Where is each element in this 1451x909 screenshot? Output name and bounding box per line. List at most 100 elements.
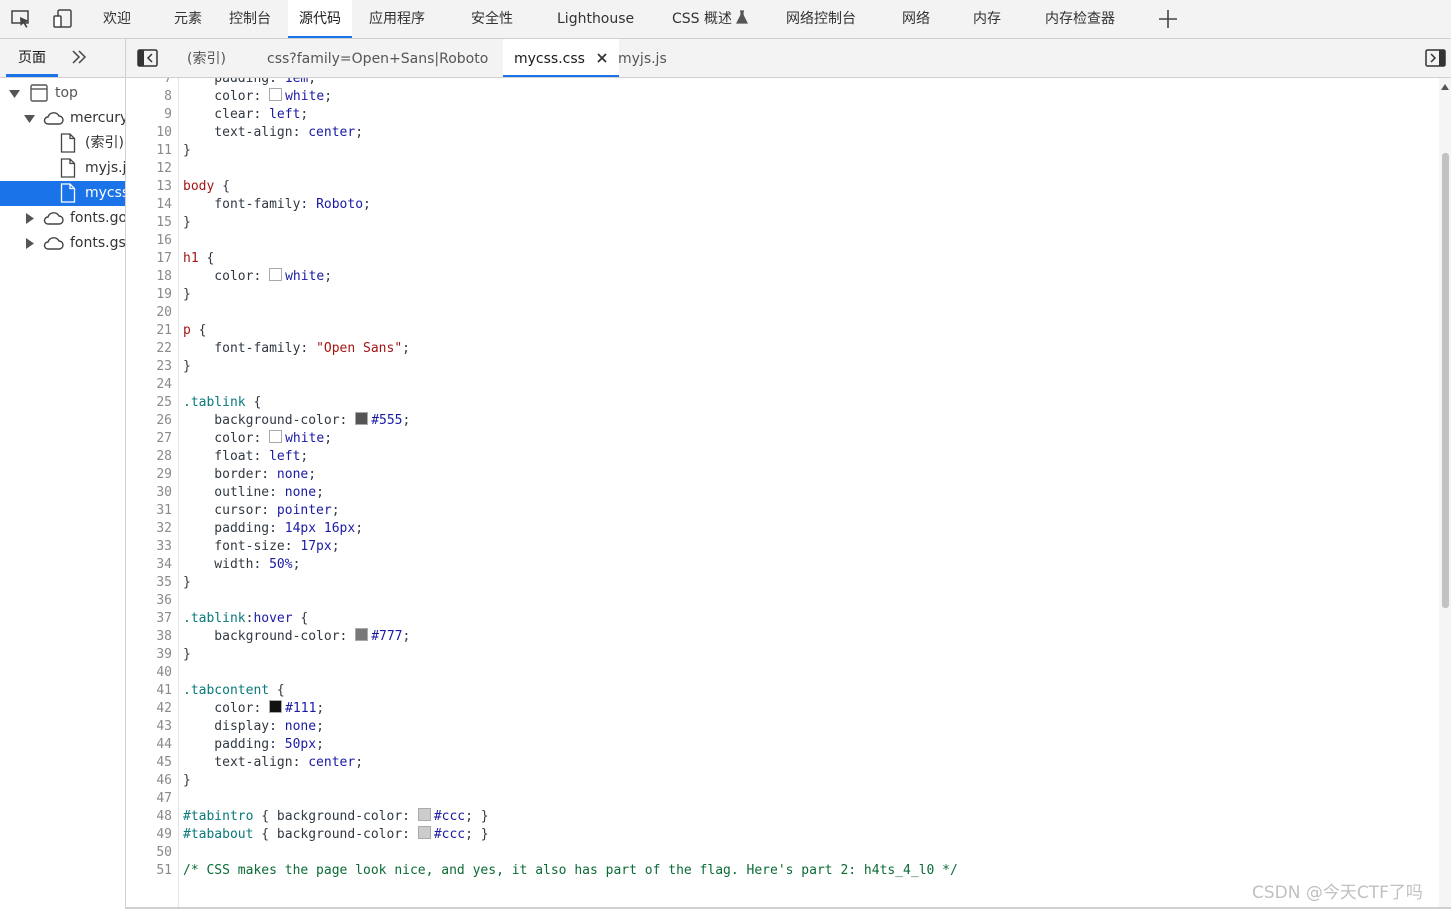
- line-number[interactable]: 8: [126, 88, 172, 106]
- more-tabs-icon[interactable]: [70, 48, 88, 66]
- tab-memory[interactable]: 内存: [973, 0, 1001, 38]
- code-line[interactable]: color: white;: [183, 430, 332, 448]
- line-number[interactable]: 7: [126, 78, 172, 88]
- code-line[interactable]: color: #111;: [183, 700, 324, 718]
- line-number[interactable]: 22: [126, 340, 172, 358]
- toggle-debugger-icon[interactable]: [1425, 49, 1446, 71]
- tab-sources[interactable]: 源代码: [288, 0, 352, 38]
- line-number[interactable]: 17: [126, 250, 172, 268]
- line-number[interactable]: 45: [126, 754, 172, 772]
- line-number[interactable]: 40: [126, 664, 172, 682]
- line-number[interactable]: 27: [126, 430, 172, 448]
- line-number[interactable]: 15: [126, 214, 172, 232]
- code-line[interactable]: #tababout { background-color: #ccc; }: [183, 826, 489, 844]
- tab-elements[interactable]: 元素: [174, 0, 202, 38]
- scrollbar-thumb[interactable]: [1442, 153, 1449, 608]
- tab-network[interactable]: 网络: [902, 0, 930, 38]
- code-line[interactable]: }: [183, 142, 191, 160]
- line-number[interactable]: 24: [126, 376, 172, 394]
- code-line[interactable]: clear: left;: [183, 106, 308, 124]
- code-line[interactable]: body {: [183, 178, 230, 196]
- tab-console[interactable]: 控制台: [229, 0, 271, 38]
- tab-welcome[interactable]: 欢迎: [103, 0, 131, 38]
- line-number[interactable]: 46: [126, 772, 172, 790]
- tree-item-myjs[interactable]: myjs.js: [0, 156, 125, 181]
- line-number[interactable]: 11: [126, 142, 172, 160]
- tree-item-fonts-googleapis[interactable]: fonts.googleapis.com: [0, 206, 125, 231]
- close-tab-icon[interactable]: [597, 53, 608, 63]
- tab-application[interactable]: 应用程序: [369, 0, 425, 38]
- line-number[interactable]: 13: [126, 178, 172, 196]
- line-number[interactable]: 20: [126, 304, 172, 322]
- scroll-up-arrow-icon[interactable]: [1441, 84, 1449, 90]
- tree-item-mercury[interactable]: mercury: [0, 106, 125, 131]
- tab-memory-inspector[interactable]: 内存检查器: [1045, 0, 1115, 38]
- code-line[interactable]: p {: [183, 322, 206, 340]
- code-line[interactable]: }: [183, 286, 191, 304]
- editor-tab-myjs[interactable]: myjs.js: [618, 39, 667, 77]
- line-number[interactable]: 25: [126, 394, 172, 412]
- line-number[interactable]: 49: [126, 826, 172, 844]
- code-line[interactable]: font-family: "Open Sans";: [183, 340, 410, 358]
- code-line[interactable]: .tabcontent {: [183, 682, 285, 700]
- line-number[interactable]: 50: [126, 844, 172, 862]
- code-line[interactable]: background-color: #555;: [183, 412, 410, 430]
- line-number[interactable]: 41: [126, 682, 172, 700]
- code-line[interactable]: padding: 1em;: [183, 78, 316, 88]
- code-line[interactable]: display: none;: [183, 718, 324, 736]
- tab-security[interactable]: 安全性: [471, 0, 513, 38]
- line-number[interactable]: 48: [126, 808, 172, 826]
- line-number[interactable]: 29: [126, 466, 172, 484]
- code-line[interactable]: font-family: Roboto;: [183, 196, 371, 214]
- code-line[interactable]: text-align: center;: [183, 124, 363, 142]
- line-number[interactable]: 30: [126, 484, 172, 502]
- inspect-icon[interactable]: [10, 8, 32, 30]
- code-line[interactable]: }: [183, 214, 191, 232]
- code-line[interactable]: float: left;: [183, 448, 308, 466]
- collapse-arrow-icon[interactable]: [26, 238, 34, 249]
- code-line[interactable]: h1 {: [183, 250, 214, 268]
- line-number[interactable]: 39: [126, 646, 172, 664]
- line-number[interactable]: 23: [126, 358, 172, 376]
- code-line[interactable]: color: white;: [183, 88, 332, 106]
- code-line[interactable]: background-color: #777;: [183, 628, 410, 646]
- line-number[interactable]: 18: [126, 268, 172, 286]
- code-line[interactable]: }: [183, 772, 191, 790]
- line-number[interactable]: 12: [126, 160, 172, 178]
- toggle-navigator-icon[interactable]: [137, 49, 158, 71]
- tab-css-overview[interactable]: CSS 概述: [672, 0, 749, 38]
- line-number[interactable]: 36: [126, 592, 172, 610]
- code-line[interactable]: #tabintro { background-color: #ccc; }: [183, 808, 489, 826]
- code-line[interactable]: }: [183, 646, 191, 664]
- code-editor[interactable]: 7 padding: 1em; 8 color: white; 9 clear: l…: [126, 78, 1439, 907]
- line-number[interactable]: 43: [126, 718, 172, 736]
- line-number[interactable]: 34: [126, 556, 172, 574]
- line-number[interactable]: 51: [126, 862, 172, 880]
- editor-tab-google-fonts-css[interactable]: css?family=Open+Sans|Roboto: [267, 39, 488, 77]
- code-line[interactable]: font-size: 17px;: [183, 538, 339, 556]
- code-line[interactable]: color: white;: [183, 268, 332, 286]
- code-line[interactable]: .tablink {: [183, 394, 261, 412]
- code-line[interactable]: border: none;: [183, 466, 316, 484]
- code-line[interactable]: cursor: pointer;: [183, 502, 339, 520]
- code-line[interactable]: /* CSS makes the page look nice, and yes…: [183, 862, 958, 880]
- add-tab-icon[interactable]: [1157, 8, 1179, 30]
- line-number[interactable]: 19: [126, 286, 172, 304]
- tab-lighthouse[interactable]: Lighthouse: [557, 0, 634, 38]
- expand-arrow-icon[interactable]: [9, 90, 20, 98]
- line-number[interactable]: 14: [126, 196, 172, 214]
- line-number[interactable]: 31: [126, 502, 172, 520]
- tab-page[interactable]: 页面: [6, 39, 58, 77]
- tab-network-console[interactable]: 网络控制台: [786, 0, 856, 38]
- expand-arrow-icon[interactable]: [24, 115, 35, 123]
- line-number[interactable]: 32: [126, 520, 172, 538]
- line-number[interactable]: 44: [126, 736, 172, 754]
- tree-item-fonts-gstatic[interactable]: fonts.gstatic.com: [0, 231, 125, 256]
- code-line[interactable]: padding: 14px 16px;: [183, 520, 363, 538]
- vertical-scrollbar[interactable]: [1439, 78, 1451, 907]
- code-line[interactable]: padding: 50px;: [183, 736, 324, 754]
- line-number[interactable]: 9: [126, 106, 172, 124]
- line-number[interactable]: 16: [126, 232, 172, 250]
- code-line[interactable]: text-align: center;: [183, 754, 363, 772]
- editor-tab-mycss[interactable]: mycss.css: [503, 39, 620, 77]
